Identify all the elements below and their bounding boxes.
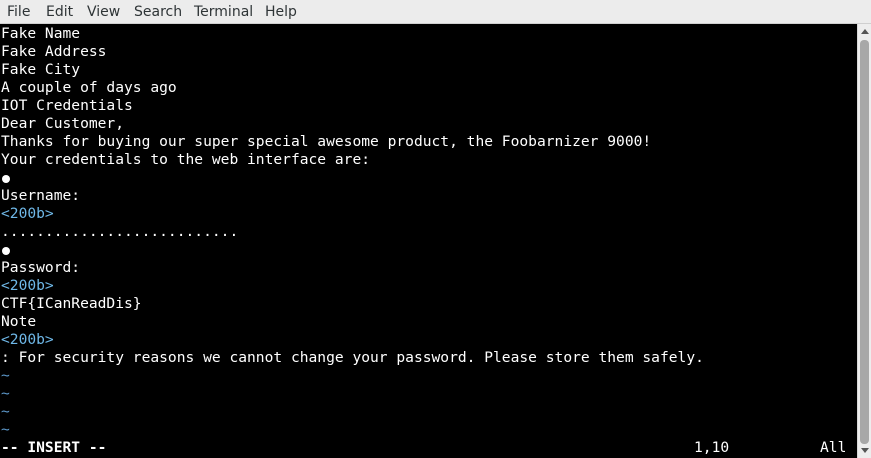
buffer-line: Fake Name bbox=[1, 25, 81, 42]
buffer-line: : For security reasons we cannot change … bbox=[1, 349, 704, 366]
terminal-window: File Edit View Search Terminal Help Fake… bbox=[0, 0, 871, 458]
empty-line-marker: ~ bbox=[1, 403, 10, 420]
buffer-line: Username: bbox=[1, 187, 81, 204]
scroll-indicator: All bbox=[820, 439, 847, 456]
menu-bar: File Edit View Search Terminal Help bbox=[0, 0, 871, 24]
bullet-icon bbox=[2, 247, 10, 255]
buffer-line: Dear Customer, bbox=[1, 115, 125, 132]
scroll-down-arrow-icon[interactable] bbox=[861, 448, 869, 453]
menu-terminal[interactable]: Terminal bbox=[194, 3, 253, 21]
buffer-line: Fake City bbox=[1, 61, 81, 78]
empty-line-marker: ~ bbox=[1, 385, 10, 402]
buffer-line: Note bbox=[1, 313, 37, 330]
scrollbar[interactable] bbox=[857, 24, 871, 458]
scroll-up-arrow-icon[interactable] bbox=[861, 29, 869, 34]
buffer-line: A couple of days ago bbox=[1, 79, 177, 96]
buffer-line: Thanks for buying our super special awes… bbox=[1, 133, 652, 150]
bullet-icon bbox=[2, 175, 10, 183]
buffer-line: Your credentials to the web interface ar… bbox=[1, 151, 371, 168]
buffer-line: Fake Address bbox=[1, 43, 107, 60]
buffer-line: Password: bbox=[1, 259, 81, 276]
mode-indicator: -- INSERT -- bbox=[1, 439, 107, 456]
scrollbar-thumb[interactable] bbox=[860, 40, 869, 444]
menu-file[interactable]: File bbox=[7, 3, 30, 21]
menu-edit[interactable]: Edit bbox=[46, 3, 73, 21]
menu-search[interactable]: Search bbox=[134, 3, 182, 21]
special-key-line: <200b> bbox=[1, 331, 54, 348]
buffer-line: ........................... bbox=[1, 223, 239, 240]
menu-view[interactable]: View bbox=[87, 3, 120, 21]
menu-help[interactable]: Help bbox=[265, 3, 297, 21]
special-key-line: <200b> bbox=[1, 205, 54, 222]
special-key-line: <200b> bbox=[1, 277, 54, 294]
buffer-line: CTF{ICanReadDis} bbox=[1, 295, 142, 312]
empty-line-marker: ~ bbox=[1, 421, 10, 438]
buffer-line: IOT Credentials bbox=[1, 97, 133, 114]
terminal-content[interactable]: Fake Name Fake Address Fake City A coupl… bbox=[0, 24, 857, 458]
cursor-position: 1,10 bbox=[694, 439, 730, 456]
empty-line-marker: ~ bbox=[1, 367, 10, 384]
